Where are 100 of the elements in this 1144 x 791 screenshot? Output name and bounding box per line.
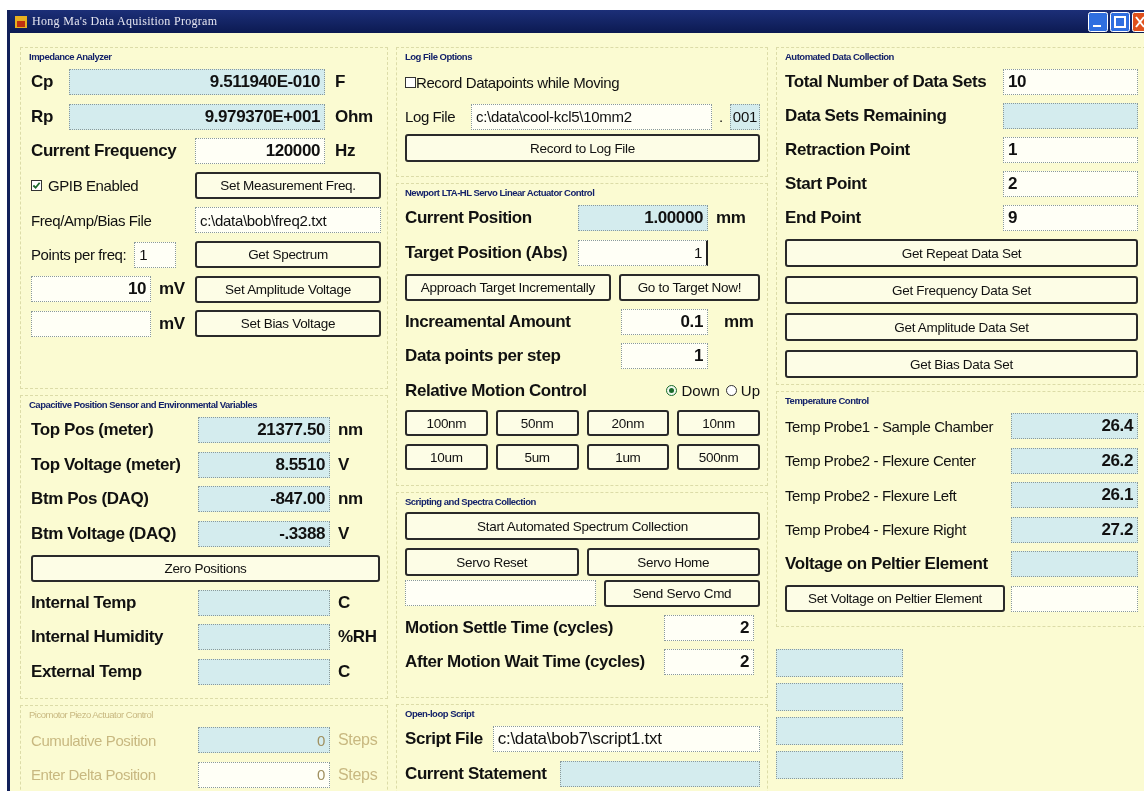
unit-label: C [338,661,351,682]
file-path-field[interactable]: c:\data\bob\freq2.txt [195,207,381,234]
record-log-button[interactable]: Record to Log File [405,134,760,162]
get-spectrum-button[interactable]: Get Spectrum [195,241,381,269]
voltage-field[interactable]: 10 [31,276,151,303]
get-data-set-button[interactable]: Get Amplitude Data Set [785,313,1138,341]
checkbox[interactable] [405,76,416,88]
readout-field: -.3388 [198,520,330,547]
step-button[interactable]: 20nm [586,410,670,436]
step-button[interactable]: 500nm [677,444,760,470]
group-title: Newport LTA-HL Servo Linear Actuator Control [405,187,595,198]
separator-label: . [717,108,725,126]
input-field[interactable]: 10 [1003,69,1138,95]
voltage-field[interactable] [31,310,151,337]
readout-field: -847.00 [198,486,330,513]
unit-label: mm [723,311,755,332]
checkbox[interactable] [31,180,42,192]
window-title: Hong Ma's Data Aquisition Program [32,14,218,29]
servo-button[interactable]: Servo Home [586,548,760,576]
radio-label: Up [740,382,760,400]
group-title: Open-loop Script [405,708,475,719]
app-icon [14,14,28,29]
readout-field: 9.511940E-010 [69,69,325,96]
readout-field: 26.2 [1011,447,1138,474]
unit-label: F [334,72,347,93]
readout-field: 26.1 [1011,482,1138,509]
field-label: End Point [785,208,862,228]
field-label: Temp Probe4 - Flexure Right [785,521,968,539]
readout-field: 27.2 [1011,516,1138,543]
field-label: Relative Motion Control [405,380,588,401]
readout-field: 8.5510 [198,451,330,478]
field-label: Temp Probe2 - Flexure Left [785,486,958,504]
step-button[interactable]: 50nm [495,410,579,436]
minimize-icon[interactable] [1088,11,1108,32]
get-data-set-button[interactable]: Get Bias Data Set [785,350,1138,378]
group-title: Temperature Control [785,395,869,406]
field-label: Script File [405,729,483,750]
send-command-button[interactable]: Send Servo Cmd [604,579,760,607]
step-button[interactable]: 10um [405,444,488,470]
file-path-field[interactable]: c:\data\cool-kcl5\10mm2 [471,103,712,130]
set-voltage-button[interactable]: Set Amplitude Voltage [195,275,381,303]
input-field[interactable]: 120000 [195,138,325,165]
start-collection-button[interactable]: Start Automated Spectrum Collection [405,512,760,540]
input-field[interactable]: 0.1 [621,308,708,335]
group-title: Capacitive Position Sensor and Environmental Variables [29,399,257,410]
zero-positions-button[interactable]: Zero Positions [31,554,380,582]
close-icon[interactable] [1132,11,1144,32]
set-voltage-button[interactable]: Set Voltage on Peltier Element [785,585,1005,613]
input-field[interactable]: 2 [1003,171,1138,197]
unit-label: mV [159,279,186,300]
step-button[interactable]: 1um [586,444,670,470]
field-label: Top Voltage (meter) [31,454,182,475]
field-label: Internal Temp [31,592,137,613]
unit-label: nm [338,420,364,441]
radio-label: Down [681,382,720,400]
field-label: Enter Delta Position [31,766,157,784]
input-field[interactable]: 2 [664,649,754,676]
field-label: Current Frequency [31,141,178,162]
unit-label: nm [338,489,364,510]
field-label: Btm Pos (DAQ) [31,489,150,510]
field-label: Current Statement [405,763,548,784]
unit-label: mm [715,208,747,229]
input-field[interactable]: 1 [578,239,708,266]
servo-button[interactable]: Servo Reset [405,548,579,576]
get-data-set-button[interactable]: Get Frequency Data Set [785,276,1138,304]
radio-button[interactable] [725,385,737,397]
unit-label: Ohm [334,106,374,127]
input-field[interactable]: 2 [664,614,754,641]
field-label: After Motion Wait Time (cycles) [405,652,646,673]
step-field: 0 [198,727,330,754]
field-label: Current Position [405,208,533,229]
set-voltage-button[interactable]: Set Bias Voltage [195,310,381,338]
voltage-field[interactable] [1011,585,1138,612]
field-label: Temp Probe1 - Sample Chamber [785,417,995,435]
field-label: Temp Probe2 - Flexure Center [785,452,977,470]
field-label: Voltage on Peltier Element [785,554,989,575]
command-field[interactable] [405,580,596,607]
field-label: Freq/Amp/Bias File [31,211,153,229]
get-data-set-button[interactable]: Get Repeat Data Set [785,239,1138,267]
field-label: Log File [405,108,457,126]
unit-label: V [338,523,351,544]
field-label: Target Position (Abs) [405,242,569,263]
step-button[interactable]: 100nm [405,410,488,436]
input-field[interactable]: 1 [134,241,177,268]
set-frequency-button[interactable]: Set Measurement Freq. [195,172,381,200]
input-field[interactable]: 9 [1003,205,1138,231]
approach-target-button[interactable]: Approach Target Incrementally [405,273,611,301]
step-button[interactable]: 10nm [677,410,760,436]
radio-button[interactable] [666,385,678,397]
file-path-field[interactable]: c:\data\bob7\script1.txt [492,726,760,753]
field-label: Internal Humidity [31,627,165,648]
maximize-icon[interactable] [1110,11,1130,32]
go-to-target-button[interactable]: Go to Target Now! [618,273,760,301]
input-field[interactable]: 1 [1003,137,1138,163]
input-field[interactable]: 1 [621,343,708,370]
field-label: Total Number of Data Sets [785,72,988,92]
group-title: Picomotor Piezo Actuator Control [29,709,153,720]
field-label: Data Sets Remaining [785,106,948,126]
file-index-field: 001 [730,103,760,130]
step-button[interactable]: 5um [495,444,579,470]
